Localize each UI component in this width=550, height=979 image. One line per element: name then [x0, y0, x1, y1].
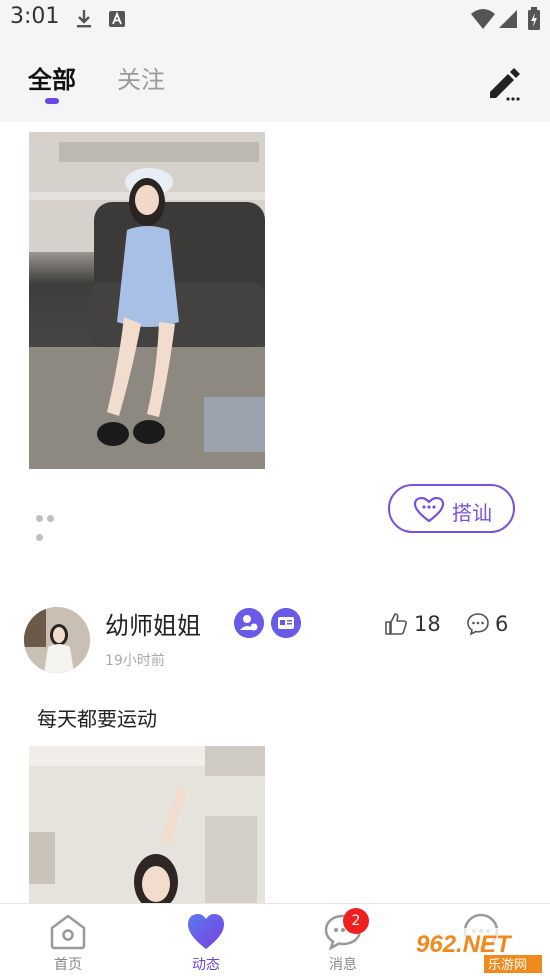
photo-illustration	[29, 746, 265, 903]
heart-icon	[188, 914, 224, 949]
avatar-image	[24, 607, 90, 673]
heart-chat-icon	[414, 497, 444, 523]
comment-icon[interactable]	[466, 612, 490, 636]
nav-feed[interactable]: 动态	[156, 904, 256, 979]
battery-icon	[528, 7, 540, 30]
home-icon	[50, 914, 86, 950]
header: 全部 关注	[0, 38, 550, 122]
post-time: 19小时前	[105, 653, 165, 669]
watermark-logo: 962.NET 乐游网	[410, 928, 545, 974]
nav-messages-label: 消息	[329, 957, 357, 973]
nav-feed-label: 动态	[192, 957, 220, 973]
id-card-icon	[271, 608, 301, 638]
feed[interactable]: 搭讪 幼师姐姐 19小时前 18 6 每天都要运动	[0, 122, 550, 903]
wifi-icon	[471, 9, 495, 29]
photo-illustration	[29, 132, 265, 469]
chat-up-button[interactable]: 搭讪	[388, 484, 515, 533]
edit-icon[interactable]	[486, 64, 522, 102]
avatar[interactable]	[24, 607, 90, 673]
tab-following[interactable]: 关注	[117, 60, 165, 95]
chat-up-label: 搭讪	[452, 501, 492, 525]
nav-messages[interactable]: 2 消息	[293, 904, 393, 979]
nav-home-label: 首页	[54, 957, 82, 973]
status-bar: 3:01	[0, 0, 550, 38]
post-text: 每天都要运动	[37, 707, 157, 731]
watermark-text: 962.NET	[416, 931, 513, 958]
more-options-icon[interactable]	[36, 507, 68, 541]
tab-indicator	[45, 98, 59, 104]
like-icon[interactable]	[384, 612, 408, 636]
a-icon	[109, 11, 125, 27]
unread-badge: 2	[343, 908, 369, 934]
like-count: 18	[414, 612, 441, 636]
nav-home[interactable]: 首页	[18, 904, 118, 979]
username[interactable]: 幼师姐姐	[105, 606, 201, 641]
download-icon	[77, 10, 91, 28]
status-time: 3:01	[10, 4, 60, 29]
watermark-subtext: 乐游网	[488, 958, 527, 973]
verified-user-icon	[234, 608, 264, 638]
post-photo[interactable]	[29, 132, 265, 469]
post-photo[interactable]	[29, 746, 265, 903]
tab-all[interactable]: 全部	[28, 60, 76, 95]
comment-count: 6	[495, 612, 509, 636]
signal-icon	[499, 10, 517, 28]
